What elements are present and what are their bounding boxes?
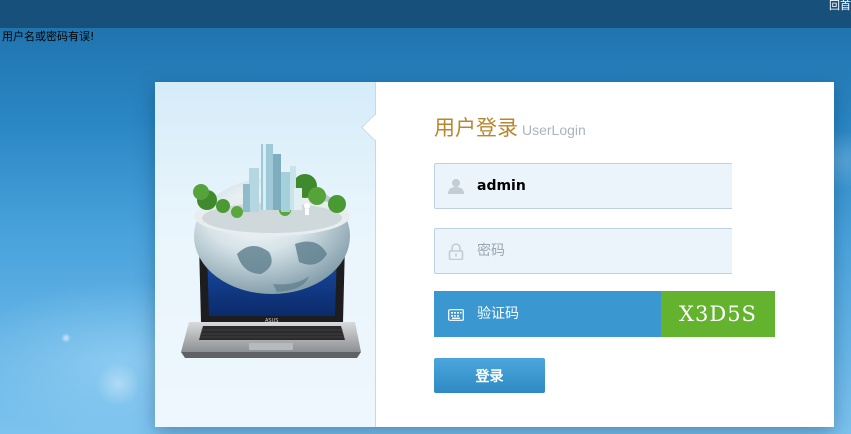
login-button[interactable]: 登录 [434,358,545,393]
captcha-row: X3D5S [434,291,775,337]
password-field[interactable] [434,228,732,274]
captcha-field[interactable] [434,291,661,337]
login-title-en: UserLogin [522,122,586,138]
login-title-cn: 用户登录 [434,116,518,140]
captcha-input[interactable] [477,291,647,337]
user-icon [448,178,464,198]
laptop-city-illustration: ASUS [177,144,363,368]
laptop-city-image: ASUS [181,144,361,358]
illustration-panel: ASUS [155,82,376,427]
login-title: 用户登录 UserLogin [434,112,586,142]
laptop-brand-label: ASUS [265,318,278,324]
top-link[interactable]: 回首 [829,0,851,12]
error-message: 用户名或密码有误! [2,30,95,43]
lock-icon [448,243,464,264]
username-input[interactable] [477,164,717,208]
password-input[interactable] [477,229,717,273]
username-field[interactable] [434,163,732,209]
captcha-code[interactable]: X3D5S [661,291,775,337]
login-box: ASUS 用户登录 UserLogin admin 验证码 X3D5S 登录 [155,82,834,427]
top-bar: 回首 [0,0,851,28]
keyboard-icon [448,306,464,325]
